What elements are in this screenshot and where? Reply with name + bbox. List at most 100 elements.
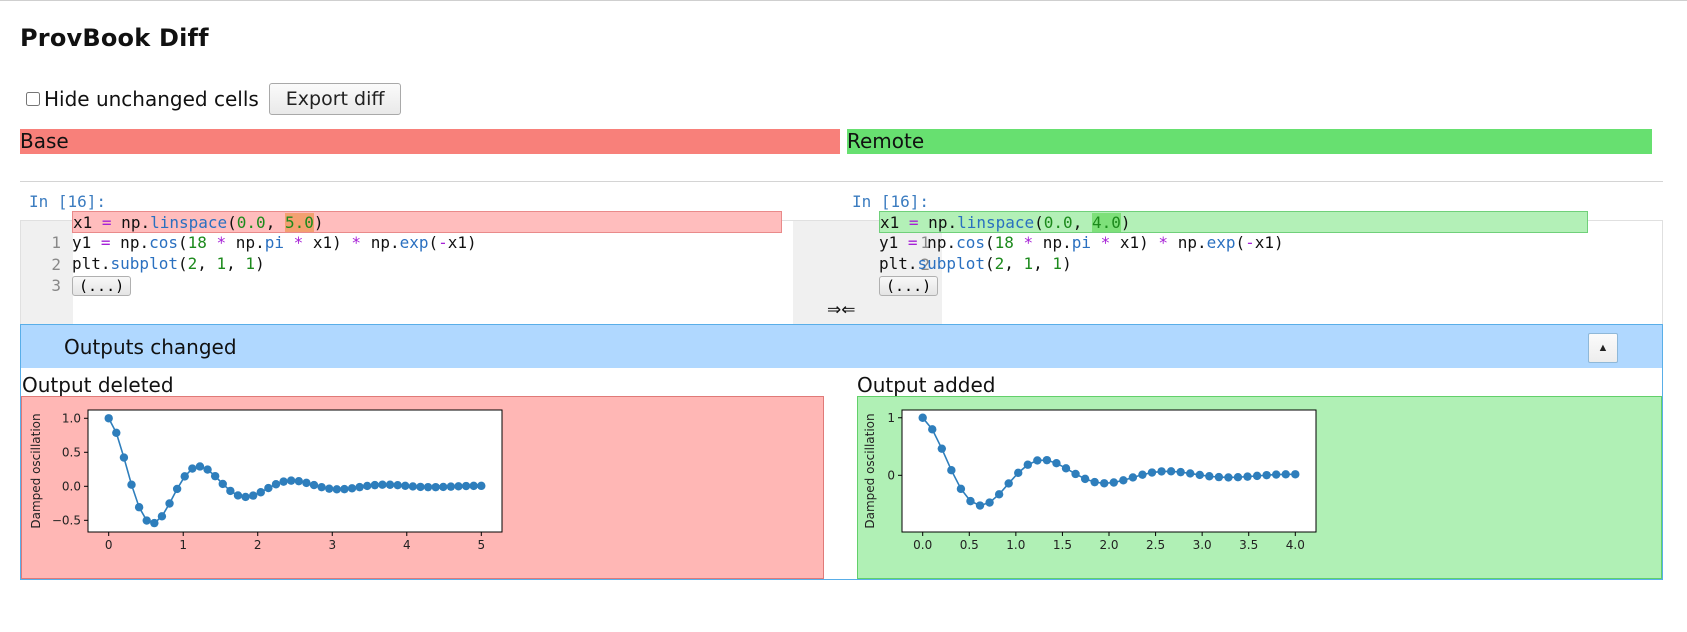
base-gutter: 1 2 3 [21, 221, 73, 324]
data-point [393, 480, 402, 490]
data-point [355, 482, 364, 492]
merge-gutter: ⇒⇐ [793, 221, 890, 324]
data-point [1014, 468, 1023, 478]
data-point [1176, 467, 1185, 477]
data-point [431, 482, 440, 492]
data-point [416, 482, 425, 492]
page-title: ProvBook Diff [20, 24, 209, 52]
token: = [101, 213, 112, 232]
data-point [1061, 464, 1071, 473]
base-code-line-3[interactable]: plt.subplot(2, 1, 1) [72, 253, 265, 275]
data-point [439, 482, 448, 492]
data-point [1080, 474, 1090, 484]
data-point [1262, 470, 1271, 480]
data-point [1281, 470, 1290, 479]
data-point [233, 491, 243, 500]
data-point [469, 481, 478, 491]
data-point [347, 484, 357, 493]
x-tick-label: 2 [254, 538, 262, 552]
y-axis-label: Damped oscillation [863, 413, 877, 528]
data-point [112, 428, 121, 437]
data-point [1195, 470, 1204, 480]
remote-code-line-2[interactable]: y1 = np.cos(18 * np.pi * x1) * np.exp(-x… [879, 232, 1284, 254]
remote-expand-button[interactable]: (...) [879, 276, 939, 296]
data-point [1128, 473, 1138, 482]
token: ) [1120, 213, 1131, 232]
data-point [1109, 478, 1118, 487]
data-point [172, 484, 182, 494]
merge-arrows-icon[interactable]: ⇒⇐ [827, 300, 856, 320]
data-point [180, 472, 189, 481]
x-tick-label: 0.5 [960, 538, 979, 552]
hide-unchanged-checkbox[interactable] [26, 92, 40, 106]
data-point [947, 466, 956, 475]
x-tick-label: 1.0 [1006, 538, 1025, 552]
token: np. [111, 213, 151, 232]
data-point [918, 413, 927, 422]
base-expand-button[interactable]: (...) [72, 276, 132, 296]
x-tick-label: 4.0 [1286, 538, 1305, 552]
token: linspace [957, 213, 1035, 232]
toolbar: Hide unchanged cells Export diff [26, 83, 402, 115]
data-point [1243, 472, 1252, 481]
data-point [461, 481, 471, 491]
triangle-up-icon: ▲ [1597, 342, 1609, 354]
token: ( [227, 213, 237, 232]
data-point [279, 477, 288, 486]
hide-unchanged-label[interactable]: Hide unchanged cells [44, 87, 259, 111]
y-tick-label: 0.0 [62, 479, 81, 493]
x-tick-label: 0 [105, 538, 113, 552]
base-code-line-2[interactable]: y1 = np.cos(18 * np.pi * x1) * np.exp(-x… [72, 232, 477, 254]
remote-code-line-3[interactable]: plt.subplot(2, 1, 1) [879, 253, 1072, 275]
data-point [1233, 473, 1243, 482]
data-point [1033, 456, 1042, 465]
data-point [1090, 477, 1099, 487]
output-deleted-label: Output deleted [22, 373, 174, 397]
data-point [309, 480, 319, 490]
y-tick-label: 1.0 [62, 411, 81, 425]
base-header: Base [20, 129, 840, 154]
data-point [248, 491, 258, 500]
data-point [1071, 469, 1080, 479]
base-prompt: In [16]: [29, 192, 107, 211]
data-point [325, 484, 334, 493]
x-tick-label: 3 [328, 538, 336, 552]
data-point [294, 476, 304, 486]
x-tick-label: 3.5 [1239, 538, 1258, 552]
x-tick-label: 4 [403, 538, 411, 552]
data-point [1166, 467, 1176, 476]
data-point [1271, 470, 1281, 479]
outputs-header[interactable]: Outputs changed ▲ [21, 325, 1662, 368]
output-deleted-panel: 0 1 2 3 4 5 −0.5 0.0 0.5 1.0 Damped oscillation [21, 396, 824, 579]
y-tick-label: 0.5 [62, 445, 81, 459]
token: np. [918, 213, 958, 232]
remote-header: Remote [847, 129, 1652, 154]
export-diff-button[interactable]: Export diff [268, 83, 402, 115]
data-point [157, 512, 167, 521]
base-code-line-1[interactable]: x1 = np.linspace(0.0, 5.0) [72, 211, 782, 233]
token: linspace [150, 213, 228, 232]
data-point [119, 453, 129, 462]
data-point [1157, 467, 1166, 476]
data-point [1100, 479, 1109, 488]
remote-code-line-1[interactable]: x1 = np.linspace(0.0, 4.0) [879, 211, 1588, 233]
data-point [966, 496, 975, 506]
deleted-output-chart: 0 1 2 3 4 5 −0.5 0.0 0.5 1.0 Damped oscillation [29, 409, 503, 552]
output-added-label: Output added [857, 373, 996, 397]
data-point [218, 479, 227, 489]
line-number: 2 [51, 255, 61, 274]
x-tick-label: 1.5 [1053, 538, 1072, 552]
collapse-outputs-button[interactable]: ▲ [1588, 333, 1618, 363]
data-point [1004, 479, 1013, 488]
data-point [226, 486, 235, 496]
outputs-section: Outputs changed ▲ Output deleted Output … [20, 324, 1663, 580]
data-point [1214, 472, 1224, 482]
changed-token: 5.0 [284, 213, 314, 232]
data-point [370, 480, 380, 490]
data-point [150, 518, 159, 528]
data-point [385, 480, 395, 489]
data-point [1147, 468, 1157, 477]
data-point [1052, 458, 1061, 468]
line-number: 3 [51, 276, 61, 295]
data-point [363, 481, 372, 491]
